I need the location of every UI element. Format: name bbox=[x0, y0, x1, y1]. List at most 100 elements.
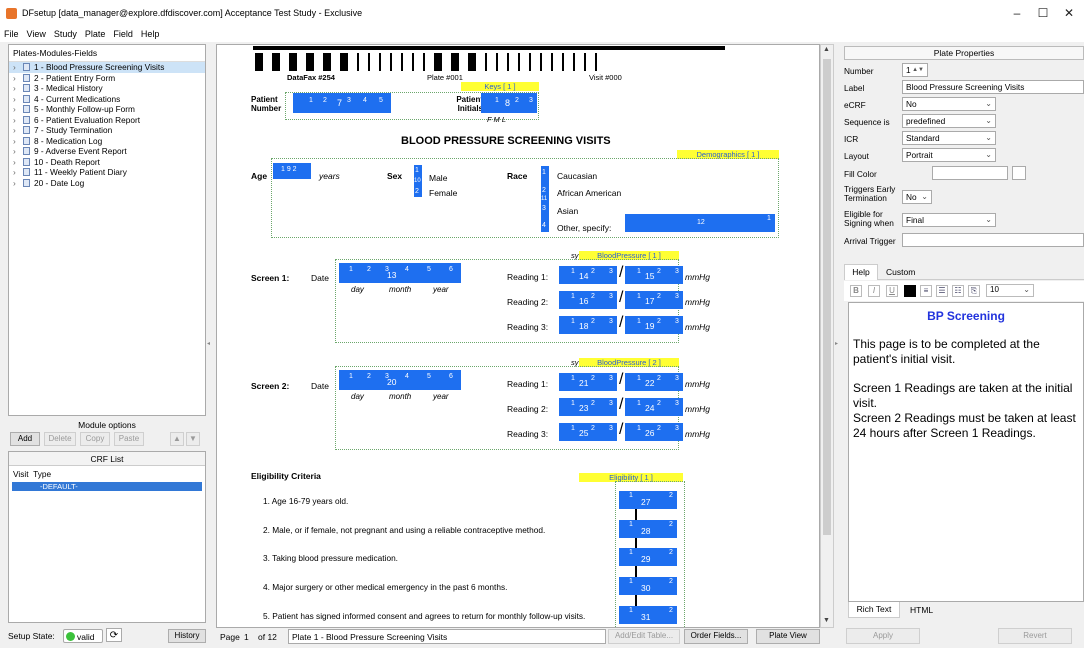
sex-field[interactable]: 1 10 2 bbox=[414, 165, 422, 197]
chevron-right-icon[interactable]: › bbox=[13, 146, 23, 157]
scroll-up-icon[interactable]: ▲ bbox=[823, 46, 830, 53]
s2-systolic-field[interactable]: 1 21 2 3 bbox=[559, 373, 617, 391]
arrival-trigger-input[interactable] bbox=[902, 233, 1084, 247]
tab-rich-text[interactable]: Rich Text bbox=[848, 602, 900, 618]
apply-button[interactable]: Apply bbox=[846, 628, 920, 644]
menu-study[interactable]: Study bbox=[50, 26, 81, 39]
paste-button[interactable]: Paste bbox=[114, 432, 144, 446]
s2-systolic-field[interactable]: 1 25 2 3 bbox=[559, 423, 617, 441]
scroll-thumb[interactable] bbox=[823, 59, 831, 535]
s2-diastolic-field[interactable]: 1 22 2 3 bbox=[625, 373, 683, 391]
chevron-right-icon[interactable]: › bbox=[13, 136, 23, 147]
eligibility-yes-no-field[interactable]: 1 30 2 bbox=[619, 577, 677, 595]
s1-systolic-field[interactable]: 1 18 2 3 bbox=[559, 316, 617, 334]
crf-list-row[interactable]: -DEFAULT- bbox=[12, 482, 202, 491]
sequence-select[interactable]: predefined ⌄ bbox=[902, 114, 996, 128]
tree-item-plate[interactable]: › 4 - Current Medications bbox=[9, 94, 205, 105]
add-edit-table-button[interactable]: Add/Edit Table... bbox=[608, 629, 680, 644]
chevron-right-icon[interactable]: › bbox=[13, 62, 23, 73]
eligibility-yes-no-field[interactable]: 1 28 2 bbox=[619, 520, 677, 538]
chevron-right-icon[interactable]: › bbox=[13, 157, 23, 168]
tab-custom[interactable]: Custom bbox=[886, 267, 915, 277]
fill-color-input[interactable] bbox=[932, 166, 1008, 180]
page-number[interactable]: 1 bbox=[244, 632, 249, 642]
tree-item-plate[interactable]: › 9 - Adverse Event Report bbox=[9, 146, 205, 157]
tree-item-plate[interactable]: › 5 - Monthly Follow-up Form bbox=[9, 104, 205, 115]
patient-number-field[interactable]: 127345 bbox=[293, 93, 391, 113]
underline-icon[interactable]: U bbox=[886, 285, 898, 297]
left-splitter[interactable]: ◂ bbox=[206, 44, 214, 628]
close-button[interactable]: ✕ bbox=[1056, 4, 1082, 22]
layout-select[interactable]: Portrait ⌄ bbox=[902, 148, 996, 162]
screen2-date-field[interactable]: 1 2 3 20 4 5 6 bbox=[339, 370, 461, 390]
tree-item-plate[interactable]: › 6 - Patient Evaluation Report bbox=[9, 115, 205, 126]
tree-item-plate[interactable]: › 3 - Medical History bbox=[9, 83, 205, 94]
s1-diastolic-field[interactable]: 1 19 2 3 bbox=[625, 316, 683, 334]
revert-button[interactable]: Revert bbox=[998, 628, 1072, 644]
tree-item-plate[interactable]: › 2 - Patient Entry Form bbox=[9, 73, 205, 84]
list-icon[interactable]: ☰ bbox=[936, 285, 948, 297]
menu-view[interactable]: View bbox=[23, 26, 50, 39]
eligibility-yes-no-field[interactable]: 1 31 2 bbox=[619, 606, 677, 624]
history-button[interactable]: History bbox=[168, 629, 206, 643]
icr-select[interactable]: Standard ⌄ bbox=[902, 131, 996, 145]
s1-diastolic-field[interactable]: 1 17 2 3 bbox=[625, 291, 683, 309]
italic-icon[interactable]: I bbox=[868, 285, 880, 297]
chevron-right-icon[interactable]: › bbox=[13, 83, 23, 94]
chevron-right-icon[interactable]: › bbox=[13, 167, 23, 178]
chevron-right-icon[interactable]: › bbox=[13, 104, 23, 115]
triggers-select[interactable]: No ⌄ bbox=[902, 190, 932, 204]
chevron-right-icon[interactable]: › bbox=[13, 115, 23, 126]
race-field[interactable]: 1 2 11 3 4 bbox=[541, 166, 549, 232]
menu-plate[interactable]: Plate bbox=[81, 26, 110, 39]
label-input[interactable]: Blood Pressure Screening Visits bbox=[902, 80, 1084, 94]
screen1-date-field[interactable]: 1 2 3 13 4 5 6 bbox=[339, 263, 461, 283]
s1-systolic-field[interactable]: 1 14 2 3 bbox=[559, 266, 617, 284]
tree-item-plate[interactable]: › 7 - Study Termination bbox=[9, 125, 205, 136]
move-down-icon[interactable]: ▼ bbox=[186, 432, 200, 446]
delete-button[interactable]: Delete bbox=[44, 432, 76, 446]
menu-help[interactable]: Help bbox=[137, 26, 164, 39]
chevron-right-icon[interactable]: › bbox=[13, 125, 23, 136]
tree-item-plate[interactable]: › 11 - Weekly Patient Diary bbox=[9, 167, 205, 178]
ecrf-select[interactable]: No ⌄ bbox=[902, 97, 996, 111]
menu-file[interactable]: File bbox=[0, 26, 23, 39]
tree-item-plate[interactable]: › 10 - Death Report bbox=[9, 157, 205, 168]
chevron-right-icon[interactable]: › bbox=[13, 94, 23, 105]
copy-button[interactable]: Copy bbox=[80, 432, 110, 446]
move-up-icon[interactable]: ▲ bbox=[170, 432, 184, 446]
order-fields-button[interactable]: Order Fields... bbox=[684, 629, 748, 644]
align-icon[interactable]: ≡ bbox=[920, 285, 932, 297]
age-field[interactable]: 1 9 2 bbox=[273, 163, 311, 179]
menu-field[interactable]: Field bbox=[109, 26, 137, 39]
s1-systolic-field[interactable]: 1 16 2 3 bbox=[559, 291, 617, 309]
chevron-right-icon[interactable]: › bbox=[13, 73, 23, 84]
chevron-right-icon[interactable]: › bbox=[13, 178, 23, 189]
plate-view-button[interactable]: Plate View bbox=[756, 629, 820, 644]
s2-diastolic-field[interactable]: 1 24 2 3 bbox=[625, 398, 683, 416]
patient-initials-field[interactable]: 1823 bbox=[481, 93, 537, 113]
s1-diastolic-field[interactable]: 1 15 2 3 bbox=[625, 266, 683, 284]
numbered-list-icon[interactable]: ☷ bbox=[952, 285, 964, 297]
refresh-icon[interactable]: ⟳ bbox=[106, 628, 122, 642]
help-editor[interactable]: BP Screening This page is to be complete… bbox=[848, 302, 1084, 602]
tab-html[interactable]: HTML bbox=[910, 605, 933, 615]
font-size-select[interactable]: 10 ⌄ bbox=[986, 284, 1034, 297]
s2-diastolic-field[interactable]: 1 26 2 3 bbox=[625, 423, 683, 441]
minimize-button[interactable]: – bbox=[1004, 4, 1030, 22]
s2-systolic-field[interactable]: 1 23 2 3 bbox=[559, 398, 617, 416]
link-icon[interactable]: ⎘ bbox=[968, 285, 980, 297]
maximize-button[interactable]: ☐ bbox=[1030, 4, 1056, 22]
tab-help[interactable]: Help bbox=[844, 264, 878, 280]
eligible-select[interactable]: Final ⌄ bbox=[902, 213, 996, 227]
tree-item-plate[interactable]: › 20 - Date Log bbox=[9, 178, 205, 189]
eligibility-yes-no-field[interactable]: 1 29 2 bbox=[619, 548, 677, 566]
keys-module-tag[interactable]: Keys [ 1 ] bbox=[461, 82, 539, 91]
race-other-field[interactable]: 12 1 bbox=[625, 214, 775, 232]
right-splitter[interactable]: ▸ bbox=[834, 44, 842, 628]
fill-color-swatch[interactable] bbox=[1012, 166, 1026, 180]
tree-item-plate[interactable]: › 1 - Blood Pressure Screening Visits bbox=[9, 62, 205, 73]
tree-item-plate[interactable]: › 8 - Medication Log bbox=[9, 136, 205, 147]
bold-icon[interactable]: B bbox=[850, 285, 862, 297]
text-color-icon[interactable] bbox=[904, 285, 916, 297]
